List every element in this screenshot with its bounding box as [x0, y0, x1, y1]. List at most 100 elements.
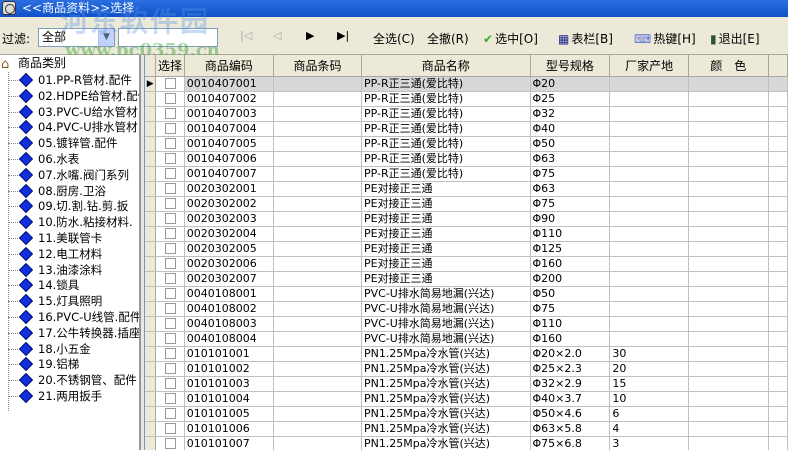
cell-code[interactable]: 010101006	[184, 421, 275, 437]
cell-name[interactable]: PP-R正三通(爱比特)	[361, 91, 531, 107]
row-checkbox[interactable]	[164, 153, 176, 164]
table-row[interactable]: 0010407005 PP-R正三通(爱比特) Φ50	[145, 136, 788, 152]
deselect-all-button[interactable]: 全撤(R)	[427, 30, 469, 47]
row-checkbox-cell[interactable]	[155, 106, 185, 122]
chevron-down-icon[interactable]: ▼	[98, 29, 114, 46]
row-checkbox-cell[interactable]	[155, 331, 185, 347]
next-record-icon[interactable]: ▶	[306, 29, 314, 42]
cell-name[interactable]: PVC-U排水简易地漏(兴达)	[361, 301, 531, 317]
row-checkbox[interactable]	[164, 423, 176, 434]
cell-more[interactable]	[768, 91, 788, 107]
tree-item[interactable]: 21.两用扳手	[0, 388, 139, 404]
cell-barcode[interactable]	[273, 211, 362, 227]
tree-root[interactable]: ⌂ 商品类别	[0, 55, 139, 72]
cell-color[interactable]	[688, 421, 769, 437]
cell-more[interactable]	[768, 211, 788, 227]
row-checkbox-cell[interactable]	[155, 346, 185, 362]
tree-item[interactable]: 13.油漆涂料	[0, 262, 139, 278]
row-checkbox[interactable]	[164, 258, 176, 269]
row-checkbox-cell[interactable]	[155, 121, 185, 137]
tree-item[interactable]: 11.美联管卡	[0, 230, 139, 246]
cell-more[interactable]	[768, 406, 788, 422]
table-row[interactable]: 0040108001 PVC-U排水简易地漏(兴达) Φ50	[145, 286, 788, 302]
cell-spec[interactable]: Φ110	[530, 316, 611, 332]
cell-color[interactable]	[688, 196, 769, 212]
table-row[interactable]: 0020302005 PE对接正三通 Φ125	[145, 241, 788, 257]
tree-item[interactable]: 01.PP-R管材.配件	[0, 72, 139, 88]
table-row[interactable]: 010101006 PN1.25Mpa冷水管(兴达) Φ63×5.8 4	[145, 421, 788, 437]
header-color[interactable]: 颜 色	[688, 55, 769, 77]
header-barcode[interactable]: 商品条码	[273, 55, 362, 77]
cell-more[interactable]	[768, 361, 788, 377]
cell-spec[interactable]: Φ75	[530, 196, 611, 212]
cell-code[interactable]: 0010407006	[184, 151, 275, 167]
cell-spec[interactable]: Φ50	[530, 286, 611, 302]
cell-origin[interactable]	[609, 76, 689, 92]
cell-origin[interactable]	[609, 106, 689, 122]
exit-button[interactable]: ▮ 退出[E]	[710, 30, 760, 47]
cell-barcode[interactable]	[273, 361, 362, 377]
cell-more[interactable]	[768, 106, 788, 122]
cell-origin[interactable]	[609, 211, 689, 227]
tree-item[interactable]: 03.PVC-U给水管材.	[0, 104, 139, 120]
cell-barcode[interactable]	[273, 286, 362, 302]
row-checkbox[interactable]	[164, 438, 176, 449]
cell-barcode[interactable]	[273, 181, 362, 197]
filter-combo[interactable]: 全部 ▼	[38, 28, 115, 47]
cell-name[interactable]: PN1.25Mpa冷水管(兴达)	[361, 376, 531, 392]
cell-spec[interactable]: Φ25	[530, 91, 611, 107]
cell-barcode[interactable]	[273, 391, 362, 407]
cell-barcode[interactable]	[273, 136, 362, 152]
table-row[interactable]: 0040108004 PVC-U排水简易地漏(兴达) Φ160	[145, 331, 788, 347]
row-checkbox[interactable]	[164, 183, 176, 194]
cell-barcode[interactable]	[273, 76, 362, 92]
first-record-icon[interactable]: |◁	[240, 29, 252, 42]
cell-name[interactable]: PP-R正三通(爱比特)	[361, 166, 531, 182]
cell-code[interactable]: 0040108004	[184, 331, 275, 347]
cell-code[interactable]: 0010407002	[184, 91, 275, 107]
cell-code[interactable]: 0010407004	[184, 121, 275, 137]
row-checkbox-cell[interactable]	[155, 241, 185, 257]
table-row[interactable]: 0020302007 PE对接正三通 Φ200	[145, 271, 788, 287]
cell-color[interactable]	[688, 76, 769, 92]
cell-origin[interactable]	[609, 226, 689, 242]
table-row[interactable]: 0020302003 PE对接正三通 Φ90	[145, 211, 788, 227]
cell-barcode[interactable]	[273, 436, 362, 450]
select-all-button[interactable]: 全选(C)	[373, 30, 415, 47]
cell-color[interactable]	[688, 406, 769, 422]
row-checkbox[interactable]	[164, 348, 176, 359]
cell-origin[interactable]: 20	[609, 361, 689, 377]
cell-code[interactable]: 0010407005	[184, 136, 275, 152]
app-icon[interactable]	[2, 1, 16, 15]
cell-code[interactable]: 0020302003	[184, 211, 275, 227]
cell-barcode[interactable]	[273, 151, 362, 167]
cell-more[interactable]	[768, 151, 788, 167]
select-button[interactable]: ✔ 选中[O]	[483, 30, 538, 47]
cell-origin[interactable]	[609, 271, 689, 287]
cell-more[interactable]	[768, 256, 788, 272]
cell-code[interactable]: 0040108001	[184, 286, 275, 302]
cell-color[interactable]	[688, 226, 769, 242]
cell-name[interactable]: PVC-U排水简易地漏(兴达)	[361, 331, 531, 347]
row-checkbox[interactable]	[164, 138, 176, 149]
cell-name[interactable]: PP-R正三通(爱比特)	[361, 136, 531, 152]
row-checkbox[interactable]	[164, 378, 176, 389]
cell-color[interactable]	[688, 361, 769, 377]
tree-item[interactable]: 02.HDPE给管材.配件	[0, 88, 139, 104]
cell-origin[interactable]	[609, 166, 689, 182]
prev-record-icon[interactable]: ◁	[273, 29, 281, 42]
row-checkbox[interactable]	[164, 243, 176, 254]
cell-code[interactable]: 0010407007	[184, 166, 275, 182]
table-row[interactable]: 0010407006 PP-R正三通(爱比特) Φ63	[145, 151, 788, 167]
row-checkbox[interactable]	[164, 408, 176, 419]
cell-barcode[interactable]	[273, 241, 362, 257]
cell-color[interactable]	[688, 436, 769, 450]
cell-color[interactable]	[688, 256, 769, 272]
cell-origin[interactable]	[609, 286, 689, 302]
cell-origin[interactable]	[609, 256, 689, 272]
cell-code[interactable]: 010101007	[184, 436, 275, 450]
row-checkbox-cell[interactable]	[155, 151, 185, 167]
table-row[interactable]: ▶ 0010407001 PP-R正三通(爱比特) Φ20	[145, 76, 788, 92]
row-checkbox-cell[interactable]	[155, 316, 185, 332]
cell-name[interactable]: PN1.25Mpa冷水管(兴达)	[361, 406, 531, 422]
